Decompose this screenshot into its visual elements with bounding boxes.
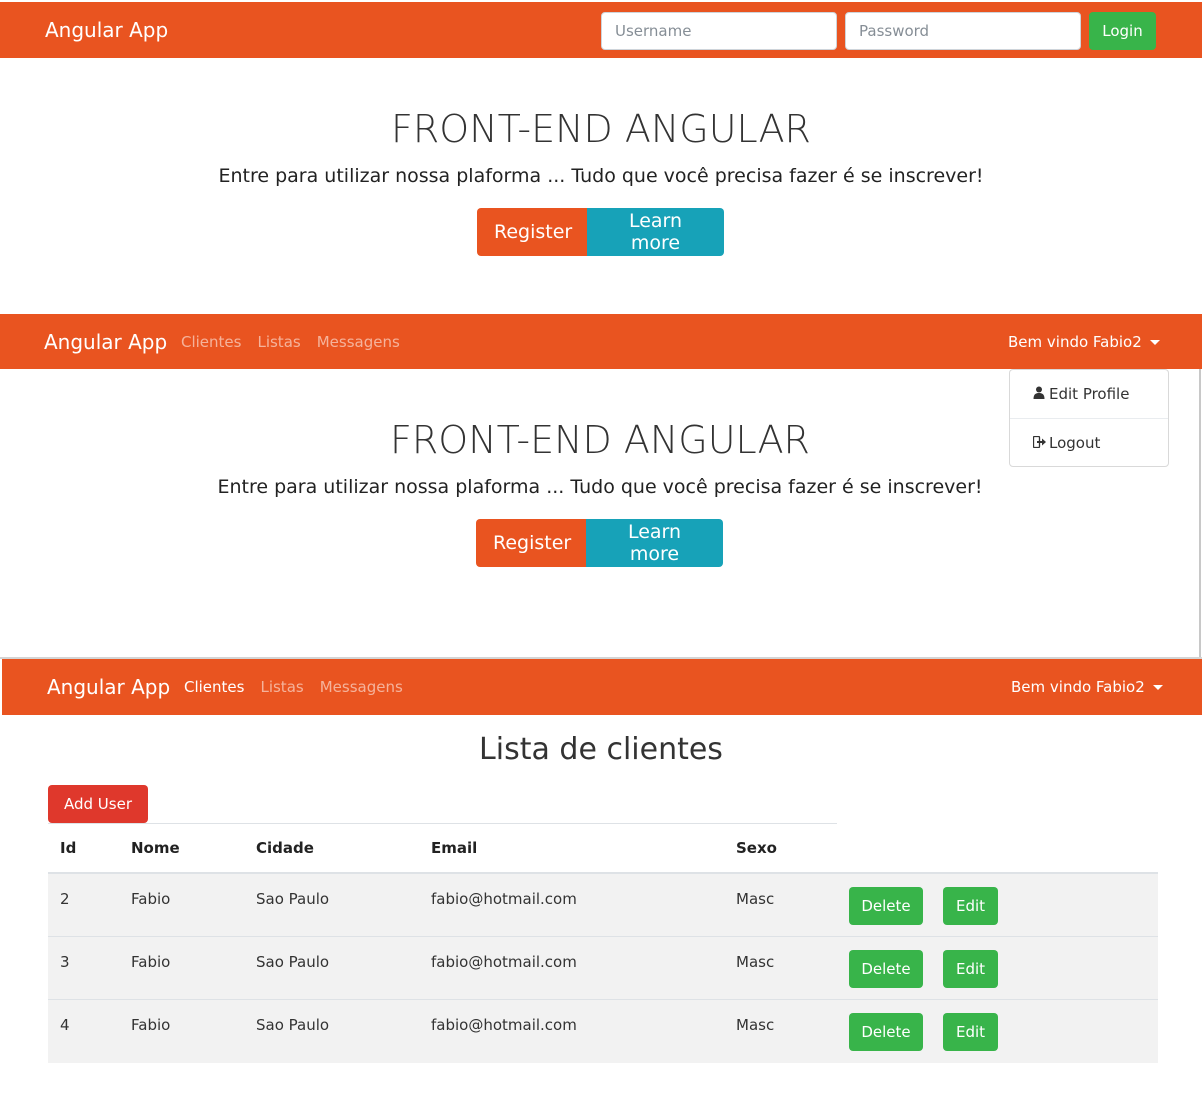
cell-cidade: Sao Paulo xyxy=(256,1016,330,1034)
page-title: Lista de clientes xyxy=(479,732,723,767)
delete-button[interactable]: Delete xyxy=(849,1013,923,1051)
cell-sexo: Masc xyxy=(736,1016,775,1034)
nav-item-listas[interactable]: Listas xyxy=(257,333,300,351)
cell-email: fabio@hotmail.com xyxy=(431,890,577,908)
user-menu-toggle[interactable]: Bem vindo Fabio2 xyxy=(1011,678,1163,696)
cell-id: 4 xyxy=(60,1016,70,1034)
register-button[interactable]: Register xyxy=(476,519,586,567)
table-row: 2 Fabio Sao Paulo fabio@hotmail.com Masc… xyxy=(48,874,1158,937)
cell-nome: Fabio xyxy=(131,953,171,971)
cell-email: fabio@hotmail.com xyxy=(431,1016,577,1034)
hero-button-group: Register Learn more xyxy=(476,519,723,567)
cell-cidade: Sao Paulo xyxy=(256,953,330,971)
edit-profile-label: Edit Profile xyxy=(1049,385,1130,403)
user-welcome-label: Bem vindo Fabio2 xyxy=(1008,333,1142,351)
register-button[interactable]: Register xyxy=(477,208,587,256)
main-navbar: Angular App Clientes Listas Messagens Be… xyxy=(2,659,1202,715)
cell-nome: Fabio xyxy=(131,890,171,908)
navbar-brand[interactable]: Angular App xyxy=(45,18,168,42)
user-menu-toggle[interactable]: Bem vindo Fabio2 xyxy=(1008,333,1160,351)
hero-lead: Entre para utilizar nossa plaforma ... T… xyxy=(218,165,984,187)
table-row: 3 Fabio Sao Paulo fabio@hotmail.com Masc… xyxy=(48,937,1158,1000)
cell-nome: Fabio xyxy=(131,1016,171,1034)
nav-item-listas[interactable]: Listas xyxy=(260,678,303,696)
cell-sexo: Masc xyxy=(736,953,775,971)
cell-cidade: Sao Paulo xyxy=(256,890,330,908)
learn-more-button[interactable]: Learn more xyxy=(586,519,723,567)
user-icon xyxy=(1033,386,1047,403)
password-input[interactable] xyxy=(845,12,1081,50)
cell-id: 3 xyxy=(60,953,70,971)
cell-sexo: Masc xyxy=(736,890,775,908)
caret-down-icon xyxy=(1152,685,1163,690)
column-header-sexo: Sexo xyxy=(736,839,777,857)
username-input[interactable] xyxy=(601,12,837,50)
nav-links: Clientes Listas Messagens xyxy=(184,678,403,696)
table-header: Id Nome Cidade Email Sexo xyxy=(48,824,1158,873)
hero-button-group: Register Learn more xyxy=(477,208,724,256)
column-header-id: Id xyxy=(60,839,77,857)
nav-item-clientes[interactable]: Clientes xyxy=(184,678,244,696)
nav-item-clientes[interactable]: Clientes xyxy=(181,333,241,351)
edit-button[interactable]: Edit xyxy=(943,1013,998,1051)
hero-lead: Entre para utilizar nossa plaforma ... T… xyxy=(217,476,983,498)
learn-more-button[interactable]: Learn more xyxy=(587,208,724,256)
column-header-cidade: Cidade xyxy=(256,839,314,857)
nav-item-messagens[interactable]: Messagens xyxy=(317,333,400,351)
navbar-brand[interactable]: Angular App xyxy=(47,675,170,699)
caret-down-icon xyxy=(1149,340,1160,345)
login-navbar: Angular App Login xyxy=(0,2,1202,58)
delete-button[interactable]: Delete xyxy=(849,950,923,988)
edit-button[interactable]: Edit xyxy=(943,887,998,925)
cell-id: 2 xyxy=(60,890,70,908)
table-row: 4 Fabio Sao Paulo fabio@hotmail.com Masc… xyxy=(48,1000,1158,1063)
panel-divider xyxy=(1199,369,1201,659)
main-navbar: Angular App Clientes Listas Messagens Be… xyxy=(0,314,1202,369)
hero-title: FRONT-END ANGULAR xyxy=(390,418,810,462)
add-user-button[interactable]: Add User xyxy=(48,785,148,823)
user-welcome-label: Bem vindo Fabio2 xyxy=(1011,678,1145,696)
nav-item-messagens[interactable]: Messagens xyxy=(320,678,403,696)
login-button[interactable]: Login xyxy=(1089,12,1156,50)
column-header-nome: Nome xyxy=(131,839,180,857)
hero-title: FRONT-END ANGULAR xyxy=(391,107,811,151)
edit-button[interactable]: Edit xyxy=(943,950,998,988)
cell-email: fabio@hotmail.com xyxy=(431,953,577,971)
column-header-email: Email xyxy=(431,839,478,857)
navbar-brand[interactable]: Angular App xyxy=(44,330,167,354)
delete-button[interactable]: Delete xyxy=(849,887,923,925)
nav-links: Clientes Listas Messagens xyxy=(181,333,400,351)
dropdown-item-edit-profile[interactable]: Edit Profile xyxy=(1010,385,1168,403)
